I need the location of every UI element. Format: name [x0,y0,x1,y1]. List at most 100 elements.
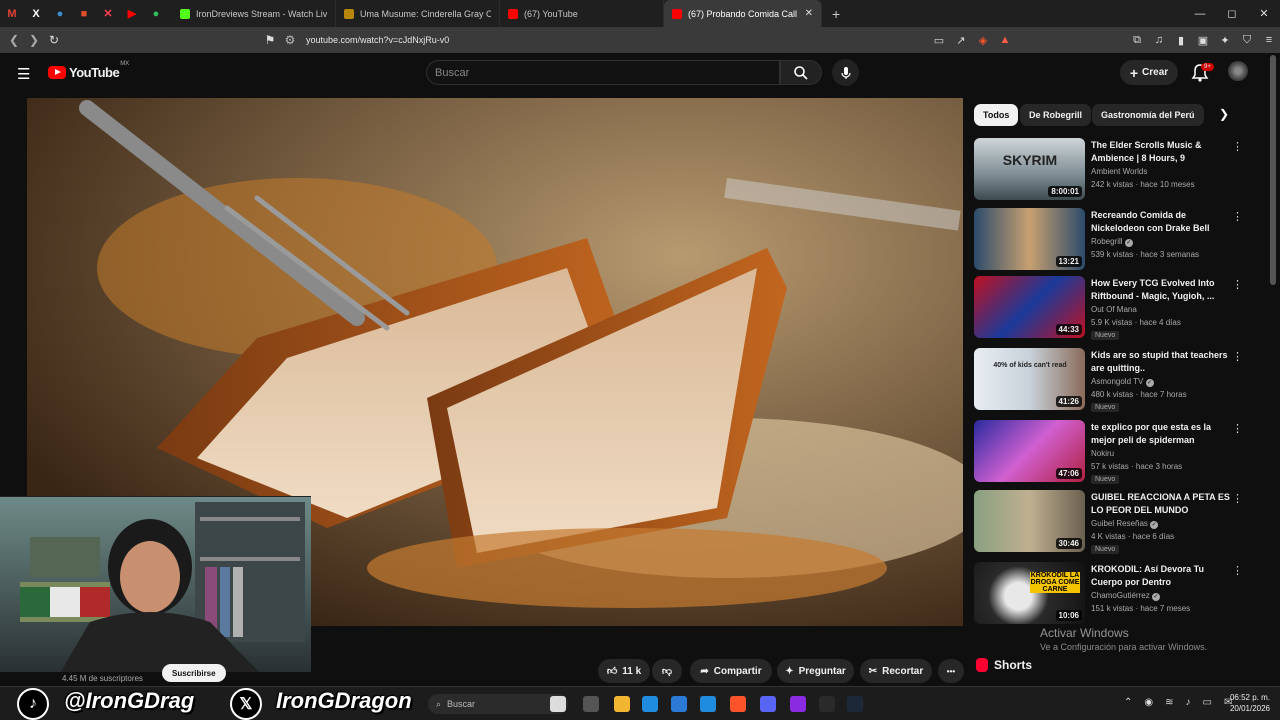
chip-gastronomia-peru[interactable]: Gastronomía del Perú [1092,104,1204,126]
pinned-tab-x-icon[interactable]: X [24,0,48,27]
media-icon[interactable]: ♫ [1148,34,1170,46]
recommendation-channel[interactable]: Ambient Worlds [1091,167,1147,176]
recommendation-channel[interactable]: Nokiru [1091,449,1114,458]
recommendation-item[interactable]: KROKODIL LA DROGA COME CARNE 10:06 KROKODI… [974,562,1244,628]
taskbar-outlook-icon[interactable] [700,696,716,712]
chip-todos[interactable]: Todos [974,104,1019,126]
more-options-icon[interactable]: ⋮ [1232,210,1243,223]
recommendation-title[interactable]: Recreando Comida de Nickelodeon con Drak… [1091,209,1231,235]
recommendation-title[interactable]: GUIBEL REACCIONA A PETA ES LO PEOR DEL M… [1091,491,1231,517]
back-icon[interactable]: ❮ [4,33,24,47]
pinned-tab-app-green-icon[interactable]: ● [144,0,168,27]
recommendation-thumbnail[interactable]: KROKODIL LA DROGA COME CARNE 10:06 [974,562,1085,624]
search-input[interactable]: Buscar [426,60,780,85]
recommendation-item[interactable]: 47:06 te explico por que esta es la mejor… [974,420,1244,486]
recommendation-channel[interactable]: ChamoGutiérrez ✓ [1091,591,1160,601]
more-options-icon[interactable]: ⋮ [1232,278,1243,291]
wallet-icon[interactable]: ▣ [1192,34,1214,47]
leo-icon[interactable]: ✦ [1214,34,1236,47]
search-button[interactable] [780,60,822,85]
recommendation-channel[interactable]: Robegrill ✓ [1091,237,1133,247]
recommendation-item[interactable]: 13:21 Recreando Comida de Nickelodeon con… [974,208,1244,274]
more-options-icon[interactable]: ⋮ [1232,564,1243,577]
taskbar-search[interactable]: ⌕ Buscar [428,694,568,714]
close-window-button[interactable]: ✕ [1248,7,1280,20]
taskbar-discord-icon[interactable] [760,696,776,712]
recommendation-thumbnail[interactable]: 13:21 [974,208,1085,270]
recommendation-item[interactable]: 30:46 GUIBEL REACCIONA A PETA ES LO PEOR … [974,490,1244,556]
taskbar-store-icon[interactable] [671,696,687,712]
taskbar-brave-icon[interactable] [730,696,746,712]
create-button[interactable]: + Crear [1120,60,1178,85]
brave-rewards-icon[interactable]: ▲ [994,34,1016,46]
dislike-button[interactable]: 👎︎ [652,659,682,683]
bookmark-icon[interactable]: ⚑ [260,33,280,47]
hamburger-menu-icon[interactable]: ☰ [17,65,30,83]
recommendation-channel[interactable]: Out Of Mana [1091,305,1137,314]
recommendation-item[interactable]: 40% of kids can't read 41:26 Kids are so s… [974,348,1244,414]
screenshot-icon[interactable]: ⧉ [1126,34,1148,47]
recommendation-thumbnail[interactable]: 40% of kids can't read 41:26 [974,348,1085,410]
browser-tab[interactable]: (67) Probando Comida Callej ✕ [664,0,822,27]
page-scrollbar[interactable] [1270,55,1276,285]
taskbar-task-view-icon[interactable] [583,696,599,712]
site-info-icon[interactable]: ⚙ [280,33,300,47]
url-field[interactable]: youtube.com/watch?v=cJdNxjRu-v0 [306,35,449,45]
pinned-tab-steam-icon[interactable]: ● [48,0,72,27]
pinned-tab-x-red-icon[interactable]: ✕ [96,0,120,27]
taskbar-app-icon[interactable] [790,696,806,712]
system-tray[interactable]: ⌃ ◉ ≋ ♪ ▭ ✉ [1124,697,1232,708]
recommendation-title[interactable]: KROKODIL: Así Devora Tu Cuerpo por Dentr… [1091,563,1231,589]
recommendation-title[interactable]: The Elder Scrolls Music & Ambience | 8 H… [1091,139,1231,165]
recommendation-title[interactable]: Kids are so stupid that teachers are qui… [1091,349,1231,375]
cast-icon[interactable]: ▭ [928,34,950,47]
sidebar-icon[interactable]: ▮ [1170,34,1192,47]
reload-icon[interactable]: ↻ [44,33,64,47]
browser-tab[interactable]: IronDreviews Stream - Watch Live on [172,0,336,27]
recommendation-channel[interactable]: Asmongold TV ✓ [1091,377,1154,387]
menu-icon[interactable]: ≡ [1258,34,1280,46]
voice-search-button[interactable] [832,59,859,86]
maximize-button[interactable]: ◻ [1216,7,1248,20]
pinned-tab-app-icon[interactable]: ■ [72,0,96,27]
share-page-icon[interactable]: ↗ [950,34,972,47]
ask-button[interactable]: ✦ Preguntar [777,659,854,683]
recommendation-thumbnail[interactable]: SKYRIM 8:00:01 [974,138,1085,200]
recommendation-title[interactable]: How Every TCG Evolved Into Riftbound - M… [1091,277,1231,303]
more-options-icon[interactable]: ⋮ [1232,140,1243,153]
close-tab-icon[interactable]: ✕ [805,8,813,19]
taskbar-copilot-icon[interactable] [550,696,566,712]
shorts-section-header[interactable]: Shorts [976,658,1032,672]
like-button[interactable]: 👍︎ 11 k [598,659,650,683]
more-options-icon[interactable]: ⋮ [1232,492,1243,505]
more-options-icon[interactable]: ⋮ [1232,350,1243,363]
more-actions-button[interactable]: ••• [938,659,964,683]
account-avatar[interactable] [1228,61,1248,81]
pinned-tab-youtube-icon[interactable]: ▶ [120,0,144,27]
brave-shields-icon[interactable]: ◈ [972,34,994,47]
more-options-icon[interactable]: ⋮ [1232,422,1243,435]
youtube-logo[interactable]: YouTube MX [48,61,129,80]
chip-de-robegrill[interactable]: De Robegrill [1020,104,1092,126]
recommendation-thumbnail[interactable]: 30:46 [974,490,1085,552]
clip-button[interactable]: ✂ Recortar [860,659,932,683]
taskbar-terminal-icon[interactable] [819,696,835,712]
vpn-icon[interactable]: ⛉ [1236,34,1258,47]
browser-tab[interactable]: Uma Musume: Cinderella Gray Onlin [336,0,500,27]
recommendation-title[interactable]: te explico por que esta es la mejor peli… [1091,421,1231,447]
minimize-button[interactable]: — [1184,8,1216,20]
browser-tab[interactable]: (67) YouTube [500,0,664,27]
recommendation-thumbnail[interactable]: 47:06 [974,420,1085,482]
forward-icon[interactable]: ❯ [24,33,44,47]
taskbar-clock[interactable]: 06:52 p. m. 20/01/2026 [1218,692,1270,714]
recommendation-item[interactable]: 44:33 How Every TCG Evolved Into Riftboun… [974,276,1244,342]
taskbar-file-explorer-icon[interactable] [614,696,630,712]
recommendation-item[interactable]: SKYRIM 8:00:01 The Elder Scrolls Music & A… [974,138,1244,204]
share-button[interactable]: ➦ Compartir [690,659,772,683]
pinned-tab-gmail-icon[interactable]: M [0,0,24,27]
taskbar-steam-icon[interactable] [847,696,863,712]
chips-next-icon[interactable]: ❯ [1219,107,1229,121]
taskbar-edge-icon[interactable] [642,696,658,712]
new-tab-button[interactable]: + [822,6,850,22]
subscribe-button[interactable]: Suscribirse [162,664,226,682]
